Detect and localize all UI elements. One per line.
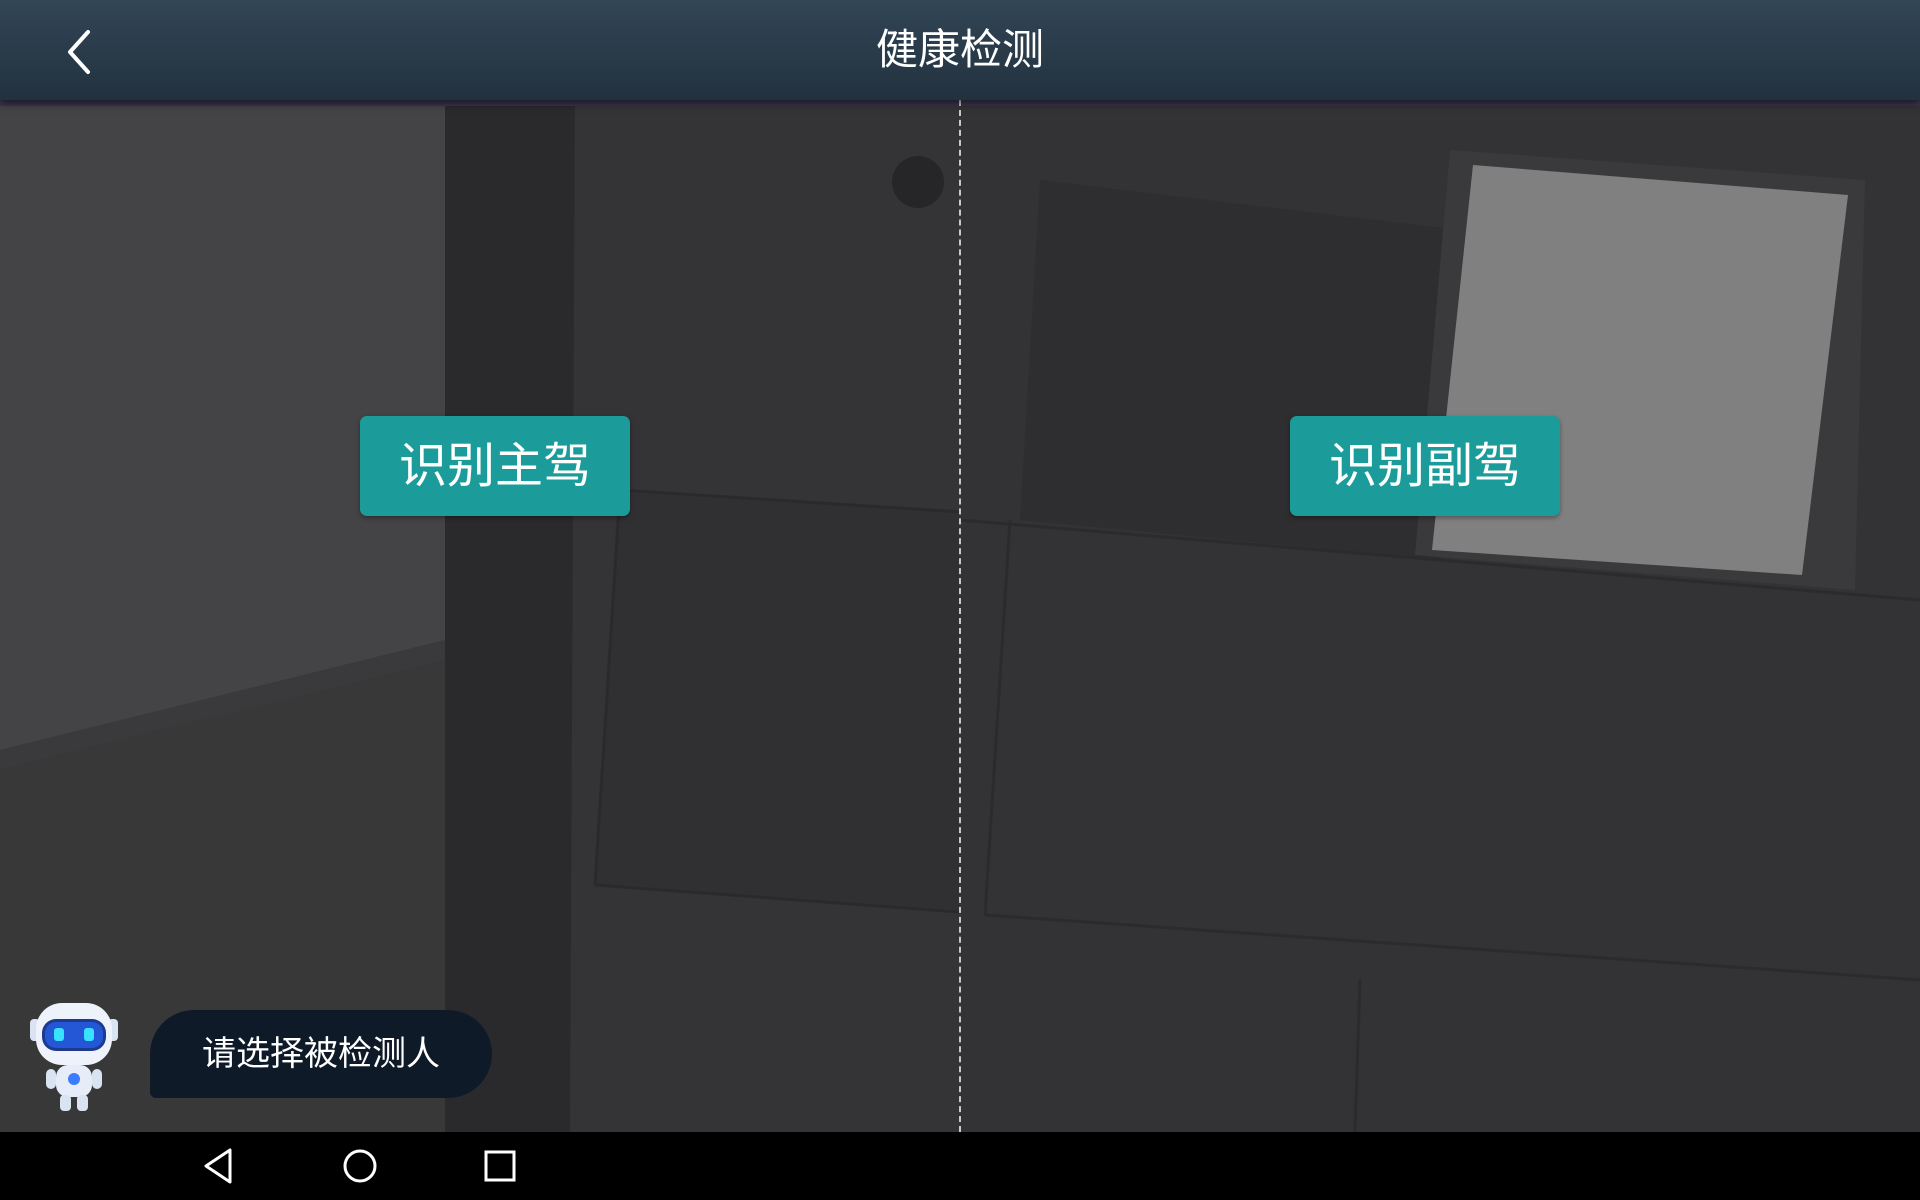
nav-home-button[interactable] [338,1144,382,1188]
identify-passenger-button[interactable]: 识别副驾 [1290,416,1560,516]
system-navigation-bar [0,1132,1920,1200]
health-check-screen: 健康检测 识别主驾 识别副驾 请选择被检测人 [0,0,1920,1200]
page-title: 健康检测 [875,25,1044,74]
assistant-message-bubble: 请选择被检测人 [150,1010,492,1098]
center-divider [959,100,961,1132]
nav-recents-icon [484,1150,516,1182]
nav-recents-button[interactable] [478,1144,522,1188]
top-app-bar: 健康检测 [0,0,1920,100]
camera-preview [0,100,1920,1132]
nav-back-icon [204,1148,232,1184]
identify-driver-button[interactable]: 识别主驾 [360,416,630,516]
robot-assistant-icon [28,995,120,1115]
nav-home-icon [343,1149,377,1183]
nav-back-button[interactable] [198,1144,242,1188]
